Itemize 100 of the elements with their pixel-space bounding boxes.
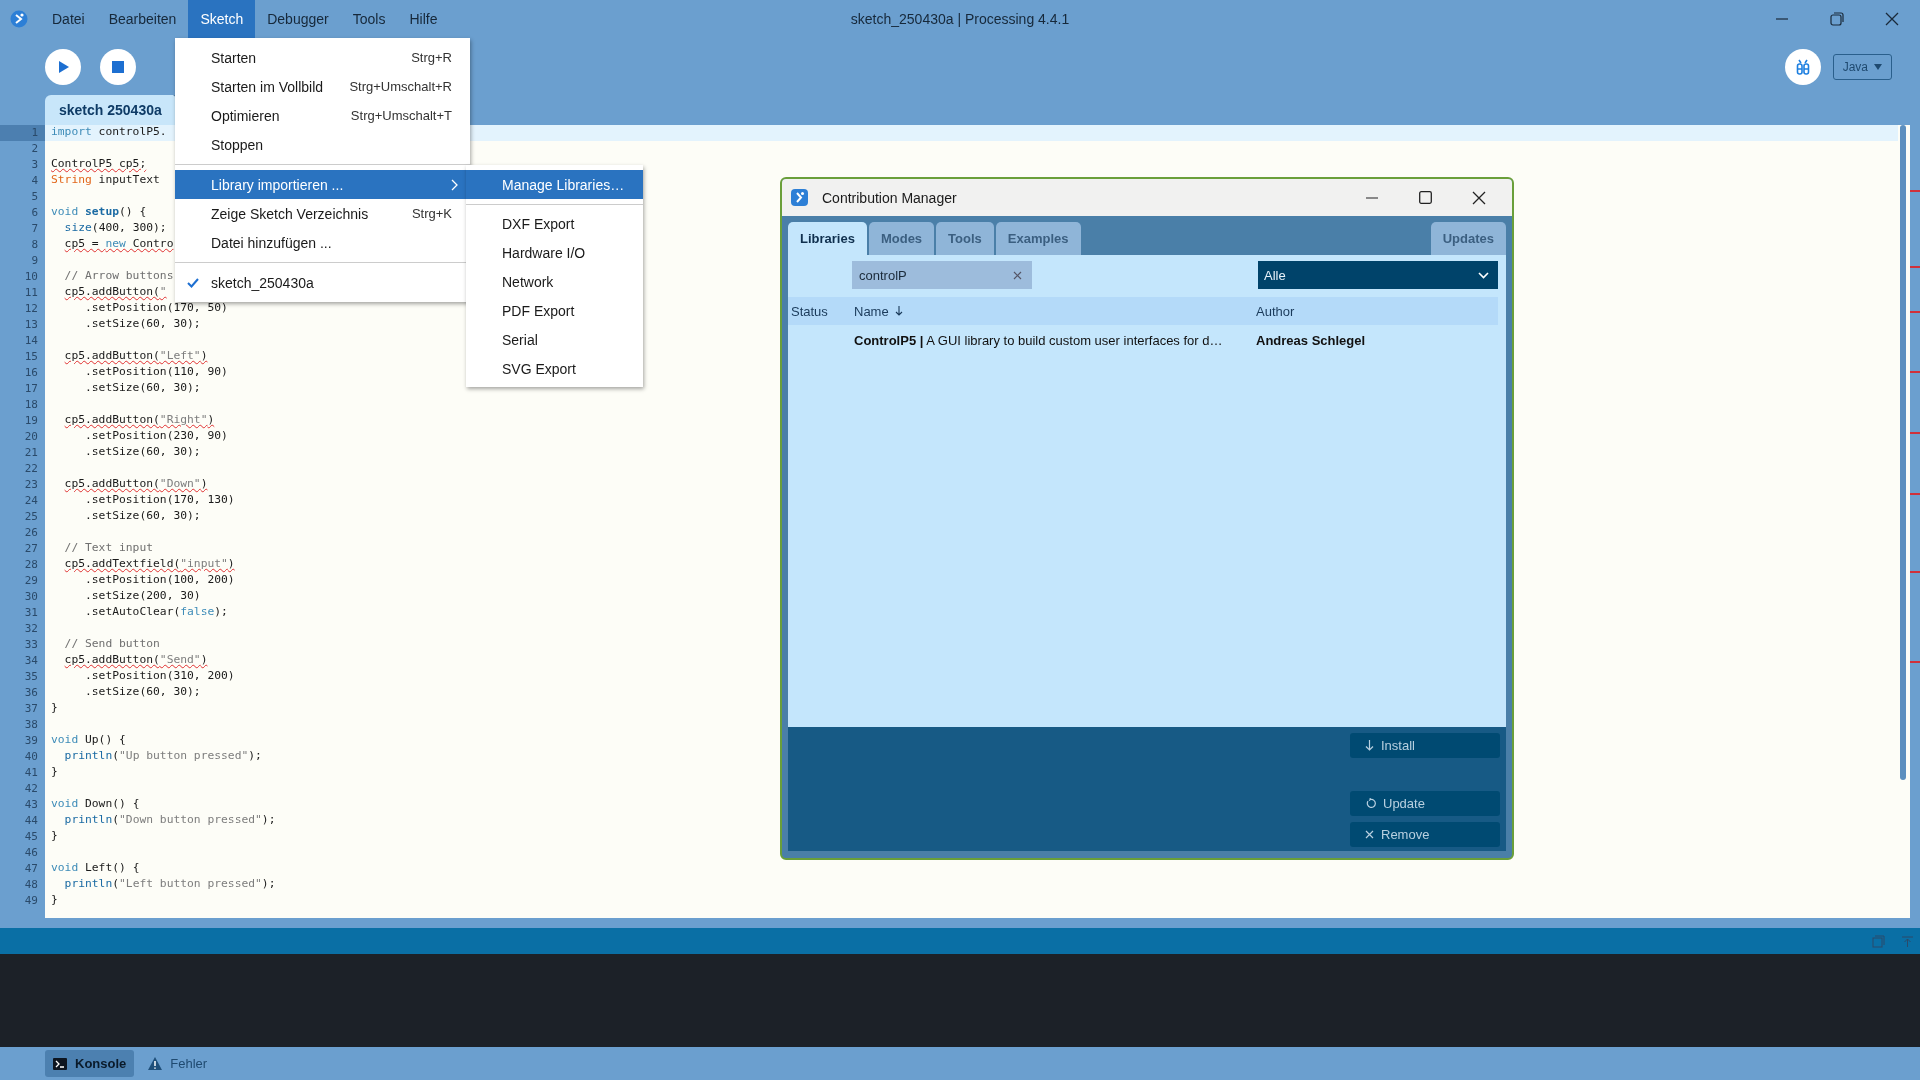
collapse-icon[interactable] (1901, 934, 1914, 948)
line-number: 43 (23, 797, 39, 813)
code-line: size(400, 300); (64, 221, 167, 236)
menu-entry[interactable]: Stoppen (175, 130, 470, 159)
line-number: 40 (23, 749, 39, 765)
line-number: 34 (23, 653, 39, 669)
line-number: 11 (23, 285, 39, 301)
menu-entry[interactable]: Starten Strg+R (175, 43, 470, 72)
code-line: // Text input (64, 541, 154, 556)
line-number: 21 (23, 445, 39, 461)
error-marker[interactable] (1910, 432, 1920, 434)
code-line: cp5.addButton(" (64, 285, 167, 300)
stop-button[interactable] (100, 48, 136, 85)
bug-icon (1794, 58, 1811, 75)
menu-entry[interactable]: PDF Export (466, 296, 643, 325)
line-number: 42 (23, 781, 39, 797)
line-number: 41 (23, 765, 39, 781)
code-line: .setSize(60, 30); (85, 317, 201, 332)
restore-icon[interactable] (1830, 12, 1844, 26)
line-number: 1 (0, 125, 45, 141)
line-number: 37 (23, 701, 39, 717)
code-line: import controlP5. (51, 125, 167, 140)
line-number: 45 (23, 829, 39, 845)
line-number: 36 (23, 685, 39, 701)
action-button[interactable]: Install (1350, 733, 1500, 758)
chevron-down-icon (1478, 271, 1489, 279)
column-header[interactable]: Name (854, 303, 889, 319)
code-line: .setPosition(230, 90) (85, 429, 228, 444)
run-button[interactable] (45, 48, 81, 85)
menu-item[interactable]: Datei (40, 0, 97, 38)
code-line: .setPosition(110, 90) (85, 365, 228, 380)
line-number: 15 (23, 349, 39, 365)
menu-entry[interactable]: SVG Export (466, 354, 643, 383)
column-header[interactable]: Author (1256, 303, 1295, 319)
error-marker[interactable] (1910, 493, 1920, 495)
line-number: 8 (30, 237, 39, 253)
menu-entry[interactable]: Serial (466, 325, 643, 354)
menu-item[interactable]: Tools (340, 0, 398, 38)
code-line: // Arrow buttons (64, 269, 174, 284)
code-line: // Send button (64, 637, 160, 652)
action-button[interactable]: Remove (1350, 822, 1500, 847)
error-marker[interactable] (1910, 571, 1920, 573)
copy-icon[interactable] (1872, 934, 1885, 948)
close-icon[interactable] (1472, 190, 1486, 205)
line-number: 33 (23, 637, 39, 653)
column-header[interactable]: Status (788, 303, 851, 319)
code-line: cp5.addTextfield("input") (64, 557, 235, 572)
menu-item[interactable]: Hilfe (397, 0, 450, 38)
scrollbar[interactable] (1900, 125, 1906, 780)
menu-entry[interactable]: Manage Libraries… (466, 170, 643, 199)
check-icon (187, 278, 199, 288)
line-number: 16 (23, 365, 39, 381)
line-number: 2 (30, 141, 39, 157)
code-line: cp5 = new Contro (64, 237, 174, 252)
line-number: 26 (23, 525, 39, 541)
menu-item[interactable]: Sketch (188, 0, 256, 38)
code-line: println("Down button pressed"); (64, 813, 276, 828)
library-description[interactable]: ControlP5 | A GUI library to build custom user interfaces for d… (854, 332, 1223, 348)
warning-icon (148, 1057, 163, 1070)
code-line: .setPosition(170, 130) (85, 493, 235, 508)
line-number: 48 (23, 877, 39, 893)
line-number: 6 (30, 205, 39, 221)
search-field[interactable]: controlP (852, 261, 1032, 289)
debug-button[interactable] (1784, 48, 1821, 85)
dialog-title: Contribution Manager (822, 189, 957, 206)
action-button[interactable]: Update (1350, 791, 1500, 816)
line-number: 27 (23, 541, 39, 557)
error-marker[interactable] (1910, 190, 1920, 192)
code-line: void Left() { (51, 861, 140, 876)
error-marker[interactable] (1910, 311, 1920, 313)
error-marker[interactable] (1910, 371, 1920, 373)
line-number: 13 (23, 317, 39, 333)
code-line: } (51, 765, 58, 780)
code-line: println("Up button pressed"); (64, 749, 262, 764)
line-number: 49 (23, 893, 39, 909)
maximize-icon[interactable] (1419, 191, 1432, 204)
clear-icon[interactable] (1013, 270, 1022, 280)
code-line: cp5.addButton("Down") (64, 477, 208, 492)
error-marker[interactable] (1910, 661, 1920, 663)
cross-icon (1365, 830, 1374, 839)
app-logo-icon (791, 189, 808, 206)
code-line: .setSize(60, 30); (85, 445, 201, 460)
tab[interactable]: Libraries (788, 222, 867, 255)
code-line: void Down() { (51, 797, 140, 812)
stop-icon (112, 60, 124, 73)
filter-dropdown[interactable]: Alle (1258, 261, 1498, 289)
code-line: String inputText (51, 173, 160, 188)
line-number: 5 (30, 189, 39, 205)
line-number: 19 (23, 413, 39, 429)
line-number: 7 (30, 221, 39, 237)
line-number: 9 (30, 253, 39, 269)
console-tab[interactable]: Konsole (45, 1050, 135, 1077)
line-number: 29 (23, 573, 39, 589)
line-number: 24 (23, 493, 39, 509)
sort-arrow-icon[interactable] (894, 306, 903, 316)
code-line: .setSize(200, 30) (85, 589, 201, 604)
line-number: 30 (23, 589, 39, 605)
menu-item[interactable]: Bearbeiten (96, 0, 189, 38)
menu-item[interactable]: Debugger (255, 0, 341, 38)
error-marker[interactable] (1910, 266, 1920, 268)
